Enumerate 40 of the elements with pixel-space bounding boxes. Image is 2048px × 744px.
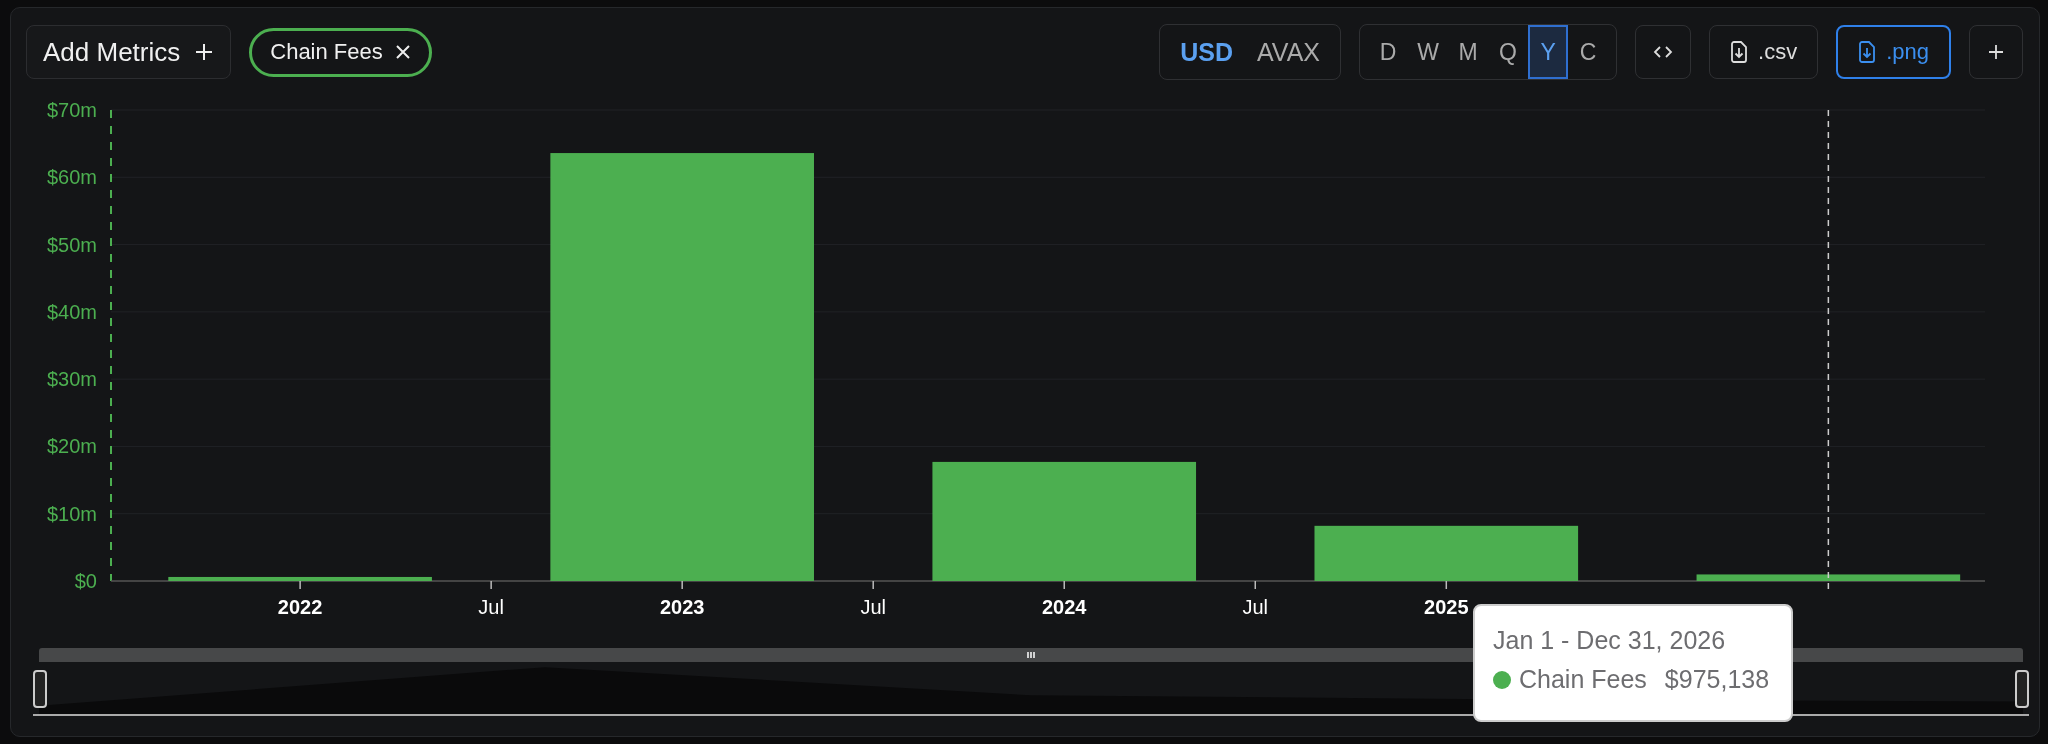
file-download-icon [1730,41,1749,63]
y-axis-label: $40m [46,300,97,323]
period-toggle[interactable]: W [1408,25,1449,79]
x-axis-label: 2023 [659,596,705,618]
download-button[interactable]: .csv [1709,25,1819,79]
x-axis-label: Jul [478,596,504,618]
add-metrics-button[interactable]: Add Metrics [26,25,232,79]
currency-toggle[interactable]: USD [1168,25,1246,79]
y-axis-label: $0 [74,570,97,592]
y-axis-label: $70m [46,99,97,121]
plus-icon [1987,43,2005,61]
close-icon[interactable] [394,44,411,60]
brush-handle[interactable] [2015,670,2029,708]
x-axis-label: 2024 [1042,596,1087,618]
file-download-icon [1858,41,1877,63]
x-axis-label: 2025 [1424,596,1469,618]
period-toggle[interactable]: M [1448,25,1489,79]
y-axis-label: $10m [46,502,97,525]
x-axis-label: Jul [1242,596,1269,618]
period-toggle[interactable]: C [1568,25,1609,79]
period-toggle[interactable]: Q [1488,25,1529,79]
tooltip-date: Jan 1 - Dec 31, 2026 [1493,626,1727,655]
period-toggle[interactable]: D [1368,25,1409,79]
x-axis-label: Jul [860,596,886,618]
code-icon [1653,44,1674,60]
y-axis-label: $60m [46,166,97,189]
metric-chip[interactable]: Chain Fees [249,27,432,77]
y-axis-label: $30m [46,368,97,391]
period-toggle[interactable]: Y [1528,25,1569,79]
download-button[interactable]: .png [1836,25,1951,79]
plus-icon [194,42,215,62]
y-axis-label: $50m [46,233,97,256]
y-axis-label: $20m [46,435,97,458]
series-value: $975,138 [1664,665,1770,694]
brush-handle[interactable] [33,670,47,708]
embed-button[interactable] [1635,25,1692,79]
x-axis-label: 2022 [277,596,323,618]
currency-toggle[interactable]: AVAX [1245,25,1333,79]
grip-icon[interactable] [1026,651,1036,659]
series-name: Chain Fees [1519,665,1647,694]
